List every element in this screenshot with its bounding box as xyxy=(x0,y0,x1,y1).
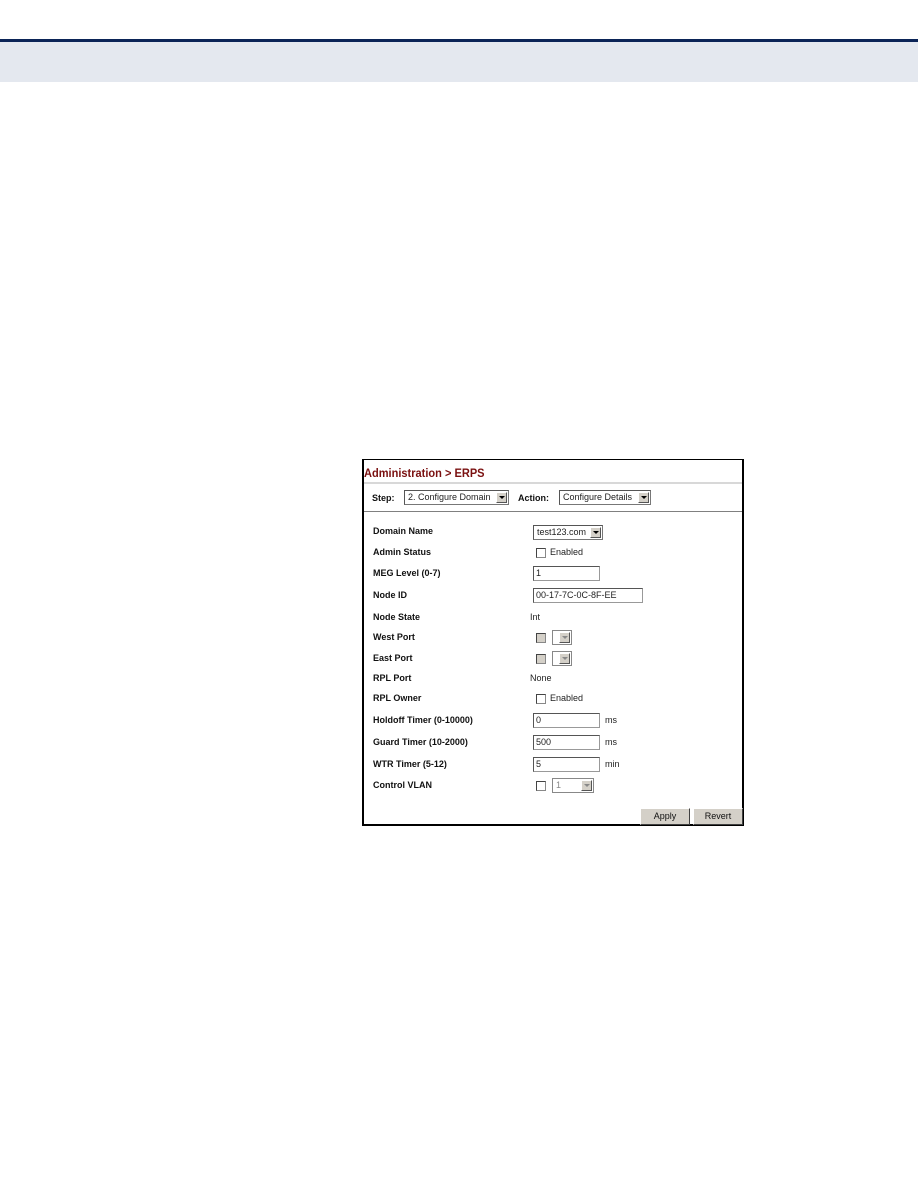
east-port-label: East Port xyxy=(373,653,413,663)
west-port-row: West Port xyxy=(364,628,742,648)
admin-status-checkbox-label: Enabled xyxy=(550,547,584,557)
node-id-label: Node ID xyxy=(373,590,408,600)
control-vlan-select[interactable]: 1 xyxy=(552,778,594,793)
wtr-timer-label: WTR Timer (5-12) xyxy=(373,759,447,769)
chevron-down-icon[interactable] xyxy=(638,492,649,503)
node-id-row: Node ID 00-17-7C-0C-8F-EE xyxy=(364,586,742,606)
erps-config-panel: Administration > ERPS Step: 2. Configure… xyxy=(362,459,744,826)
meg-level-value: 1 xyxy=(536,568,542,578)
rpl-port-row: RPL Port None xyxy=(364,669,742,689)
wtr-timer-unit: min xyxy=(605,759,620,769)
east-port-checkbox[interactable] xyxy=(536,654,546,664)
domain-name-value: test123.com xyxy=(537,527,587,537)
east-port-row: East Port xyxy=(364,649,742,669)
header-band xyxy=(0,42,918,82)
action-label: Action: xyxy=(518,493,549,503)
guard-timer-unit: ms xyxy=(605,737,617,747)
holdoff-timer-label: Holdoff Timer (0-10000) xyxy=(373,715,473,725)
action-select-value: Configure Details xyxy=(563,492,633,502)
node-state-label: Node State xyxy=(373,612,421,622)
chevron-down-icon[interactable] xyxy=(590,527,601,538)
chevron-down-icon[interactable] xyxy=(496,492,507,503)
step-label: Step: xyxy=(372,493,395,503)
rpl-owner-row: RPL Owner Enabled xyxy=(364,689,742,709)
rpl-owner-checkbox[interactable] xyxy=(536,694,546,704)
west-port-label: West Port xyxy=(373,632,415,642)
guard-timer-input[interactable]: 500 xyxy=(533,735,600,750)
step-select[interactable]: 2. Configure Domain xyxy=(404,490,509,505)
revert-button[interactable]: Revert xyxy=(693,808,743,825)
control-vlan-value: 1 xyxy=(556,780,562,790)
apply-button[interactable]: Apply xyxy=(640,808,690,825)
step-select-value: 2. Configure Domain xyxy=(408,492,491,502)
meg-level-label: MEG Level (0-7) xyxy=(373,568,441,578)
guard-timer-label: Guard Timer (10-2000) xyxy=(373,737,468,747)
node-id-value: 00-17-7C-0C-8F-EE xyxy=(536,590,617,600)
admin-status-label: Admin Status xyxy=(373,547,432,557)
step-divider xyxy=(364,511,742,512)
rpl-owner-label: RPL Owner xyxy=(373,693,422,703)
meg-level-row: MEG Level (0-7) 1 xyxy=(364,564,742,584)
page-title: Administration > ERPS xyxy=(364,466,485,480)
east-port-select[interactable] xyxy=(552,651,572,666)
west-port-select[interactable] xyxy=(552,630,572,645)
rpl-port-value: None xyxy=(530,673,552,683)
chevron-down-icon[interactable] xyxy=(559,653,570,664)
wtr-timer-row: WTR Timer (5-12) 5 min xyxy=(364,755,742,775)
chevron-down-icon[interactable] xyxy=(559,632,570,643)
node-state-row: Node State Int xyxy=(364,608,742,628)
wtr-timer-value: 5 xyxy=(536,759,542,769)
admin-status-row: Admin Status Enabled xyxy=(364,543,742,563)
control-vlan-row: Control VLAN 1 xyxy=(364,776,742,796)
guard-timer-row: Guard Timer (10-2000) 500 ms xyxy=(364,733,742,753)
node-id-input[interactable]: 00-17-7C-0C-8F-EE xyxy=(533,588,643,603)
control-vlan-label: Control VLAN xyxy=(373,780,432,790)
admin-status-checkbox[interactable] xyxy=(536,548,546,558)
rpl-port-label: RPL Port xyxy=(373,673,412,683)
domain-name-select[interactable]: test123.com xyxy=(533,525,603,540)
step-action-bar: Step: 2. Configure Domain Action: Config… xyxy=(364,484,742,512)
node-state-value: Int xyxy=(530,612,541,622)
holdoff-timer-row: Holdoff Timer (0-10000) 0 ms xyxy=(364,711,742,731)
control-vlan-checkbox[interactable] xyxy=(536,781,546,791)
holdoff-timer-value: 0 xyxy=(536,715,542,725)
holdoff-timer-input[interactable]: 0 xyxy=(533,713,600,728)
chevron-down-icon[interactable] xyxy=(581,780,592,791)
holdoff-timer-unit: ms xyxy=(605,715,617,725)
action-select[interactable]: Configure Details xyxy=(559,490,651,505)
wtr-timer-input[interactable]: 5 xyxy=(533,757,600,772)
guard-timer-value: 500 xyxy=(536,737,552,747)
meg-level-input[interactable]: 1 xyxy=(533,566,600,581)
rpl-owner-checkbox-label: Enabled xyxy=(550,693,584,703)
domain-name-row: Domain Name test123.com xyxy=(364,522,742,542)
west-port-checkbox[interactable] xyxy=(536,633,546,643)
domain-name-label: Domain Name xyxy=(373,526,434,536)
